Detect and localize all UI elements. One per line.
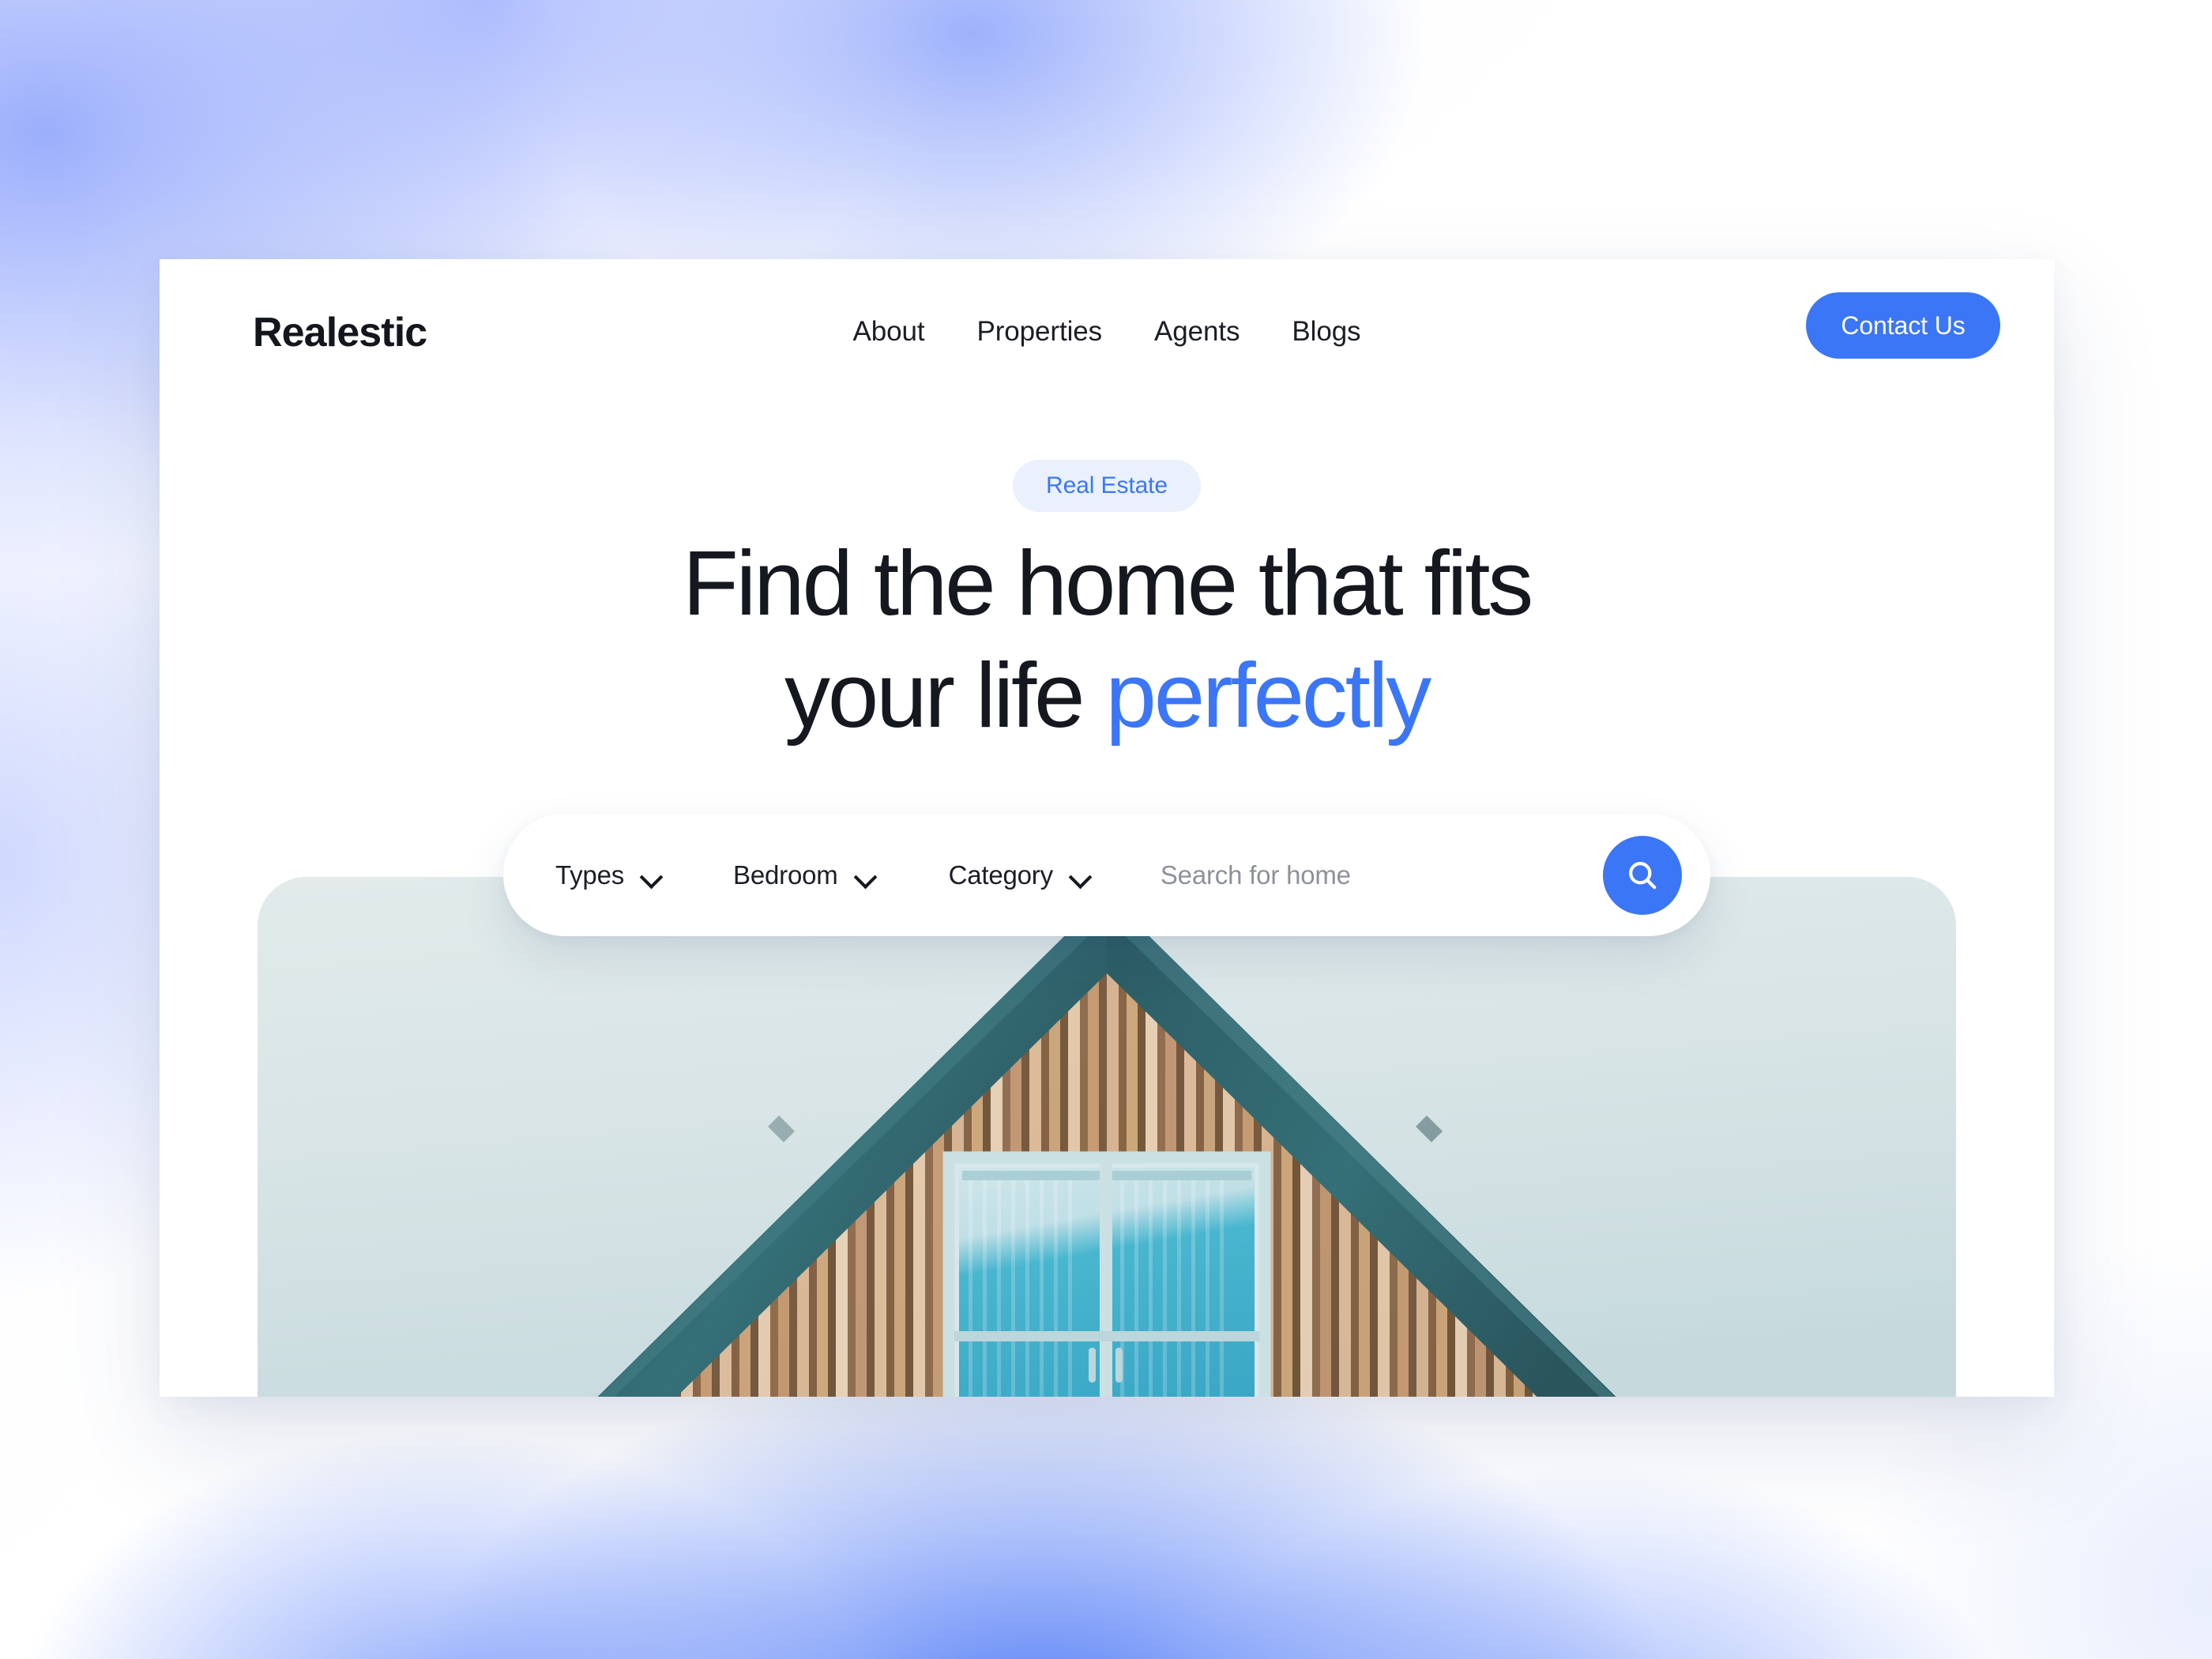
- headline-accent: perfectly: [1105, 643, 1431, 747]
- primary-nav: About Properties Agents Blogs: [853, 316, 1361, 348]
- contact-us-button[interactable]: Contact Us: [1806, 292, 2000, 359]
- filter-types-label: Types: [555, 860, 625, 890]
- window: [942, 1151, 1271, 1397]
- navbar: Realestic About Properties Agents Blogs …: [160, 259, 2054, 409]
- nav-link-properties[interactable]: Properties: [977, 316, 1103, 348]
- chevron-down-icon: [856, 869, 876, 881]
- search-submit-button[interactable]: [1603, 835, 1682, 915]
- chevron-down-icon: [1070, 869, 1091, 881]
- nav-link-agents[interactable]: Agents: [1154, 316, 1240, 348]
- website-card: Realestic About Properties Agents Blogs …: [160, 259, 2054, 1397]
- search-icon: [1629, 861, 1657, 889]
- filter-category-label: Category: [948, 860, 1054, 890]
- search-input[interactable]: [1160, 860, 1584, 890]
- headline-line-1: Find the home that fits: [682, 532, 1533, 634]
- headline-plain: your life: [784, 643, 1106, 747]
- headline-line-2: your life perfectly: [160, 640, 2054, 752]
- hero-property-image: [258, 877, 1956, 1397]
- nav-link-about[interactable]: About: [853, 316, 925, 348]
- category-badge: Real Estate: [1013, 460, 1201, 512]
- chevron-down-icon: [641, 869, 662, 881]
- filter-bedroom[interactable]: Bedroom: [733, 860, 876, 890]
- property-search-bar: Types Bedroom Category: [503, 814, 1710, 936]
- nav-link-blogs[interactable]: Blogs: [1292, 316, 1360, 348]
- filter-category[interactable]: Category: [949, 860, 1091, 890]
- filter-bedroom-label: Bedroom: [733, 860, 838, 890]
- brand-logo[interactable]: Realestic: [253, 309, 427, 356]
- page-title: Find the home that fits your life perfec…: [160, 528, 2054, 751]
- house-illustration: [258, 877, 1956, 1397]
- filter-types[interactable]: Types: [555, 860, 662, 890]
